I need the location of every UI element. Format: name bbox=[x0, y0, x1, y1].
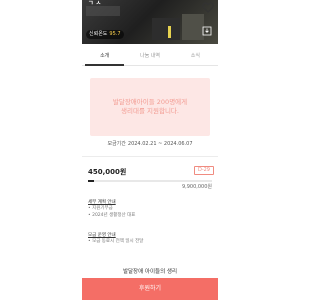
page: ㄱ ㅅ 신뢰온도 95.7 소개 나눔 내역 소식 발달장애아이들 200명에게 … bbox=[0, 0, 300, 300]
raised-amount: 450,000원 bbox=[88, 168, 127, 176]
progress-fill bbox=[88, 180, 94, 182]
campaign-banner: 발달장애아이들 200명에게 생리대를 지원합니다. bbox=[90, 78, 210, 136]
tab-intro[interactable]: 소개 bbox=[82, 48, 127, 66]
tab-bar: 소개 나눔 내역 소식 bbox=[82, 48, 218, 66]
info-section-title[interactable]: 세부 계획 안내 bbox=[88, 199, 135, 206]
hero-decoration bbox=[152, 18, 180, 40]
hero-decoration bbox=[182, 14, 204, 40]
trust-label: 신뢰온도 bbox=[89, 31, 108, 37]
period-value: 2024.02.21 ~ 2024.06.07 bbox=[127, 141, 193, 147]
tab-news[interactable]: 소식 bbox=[173, 48, 218, 65]
tab-donation-history[interactable]: 나눔 내역 bbox=[127, 48, 172, 65]
hero-title-fragment: ㄱ ㅅ bbox=[88, 0, 102, 7]
info-section-operation: 모금 운영 안내 • 모금 동료시 전액 일시 전달 bbox=[88, 232, 143, 246]
left-margin bbox=[0, 0, 82, 300]
info-item: • 모금 동료시 전액 일시 전달 bbox=[88, 239, 144, 244]
fundraising-period: 모금기간 2024.02.21 ~ 2024.06.07 bbox=[82, 140, 218, 148]
hero-decoration bbox=[168, 26, 171, 38]
info-item: • 2024년 생활정산 대표 bbox=[88, 212, 136, 218]
banner-line: 생리대를 지원합니다. bbox=[121, 107, 179, 115]
goal-amount: 9,900,000원 bbox=[181, 184, 212, 190]
banner-line: 발달장애아이들 200명에게 bbox=[112, 98, 188, 106]
dday-badge: D-29 bbox=[193, 166, 214, 175]
donate-button[interactable]: 후원하기 bbox=[82, 278, 218, 300]
period-label: 모금기간 bbox=[107, 141, 126, 147]
divider bbox=[82, 156, 218, 157]
trust-badge: 신뢰온도 95.7 bbox=[86, 30, 124, 39]
info-section-plan: 세부 계획 안내 • 지원기부금 • 2024년 생활정산 대표 bbox=[88, 199, 135, 219]
info-section-title[interactable]: 모금 운영 안내 bbox=[88, 232, 143, 239]
trust-value: 95.7 bbox=[109, 31, 121, 37]
campaign-hero-image: ㄱ ㅅ 신뢰온도 95.7 bbox=[82, 0, 218, 44]
download-icon[interactable] bbox=[202, 26, 212, 36]
story-section-title: 발달장애 아이들의 생리 bbox=[122, 269, 178, 275]
mobile-frame: ㄱ ㅅ 신뢰온도 95.7 소개 나눔 내역 소식 발달장애아이들 200명에게 … bbox=[82, 0, 218, 300]
heart-icon[interactable] bbox=[202, 2, 214, 13]
progress-bar bbox=[88, 180, 212, 182]
right-margin bbox=[218, 0, 300, 300]
